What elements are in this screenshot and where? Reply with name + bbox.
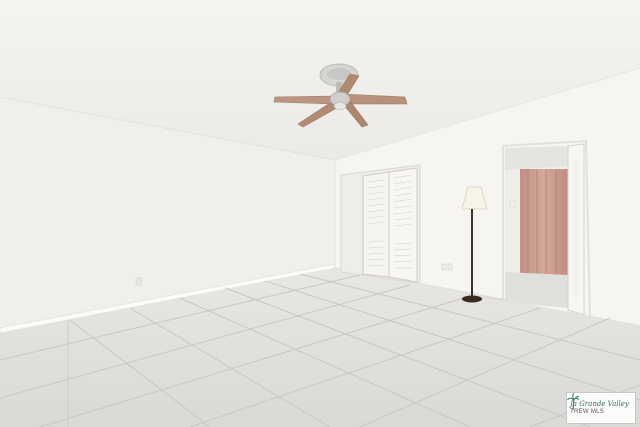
- curtain: [520, 169, 568, 275]
- wall-outlet-left: [135, 277, 142, 286]
- closet-doors: [340, 164, 421, 284]
- empty-room-illustration: [0, 0, 640, 427]
- palm-tree-icon: [567, 393, 579, 411]
- mls-watermark: Ja Grande Valley TREW MLS: [566, 392, 636, 424]
- room-photo: Ja Grande Valley TREW MLS: [0, 0, 640, 427]
- fan-light: [333, 102, 347, 110]
- wall-outlet-right: [441, 263, 447, 271]
- lamp-base: [462, 295, 482, 303]
- light-switch: [509, 199, 516, 209]
- open-doorway: [501, 139, 591, 319]
- wall-outlet-right-2: [447, 263, 453, 271]
